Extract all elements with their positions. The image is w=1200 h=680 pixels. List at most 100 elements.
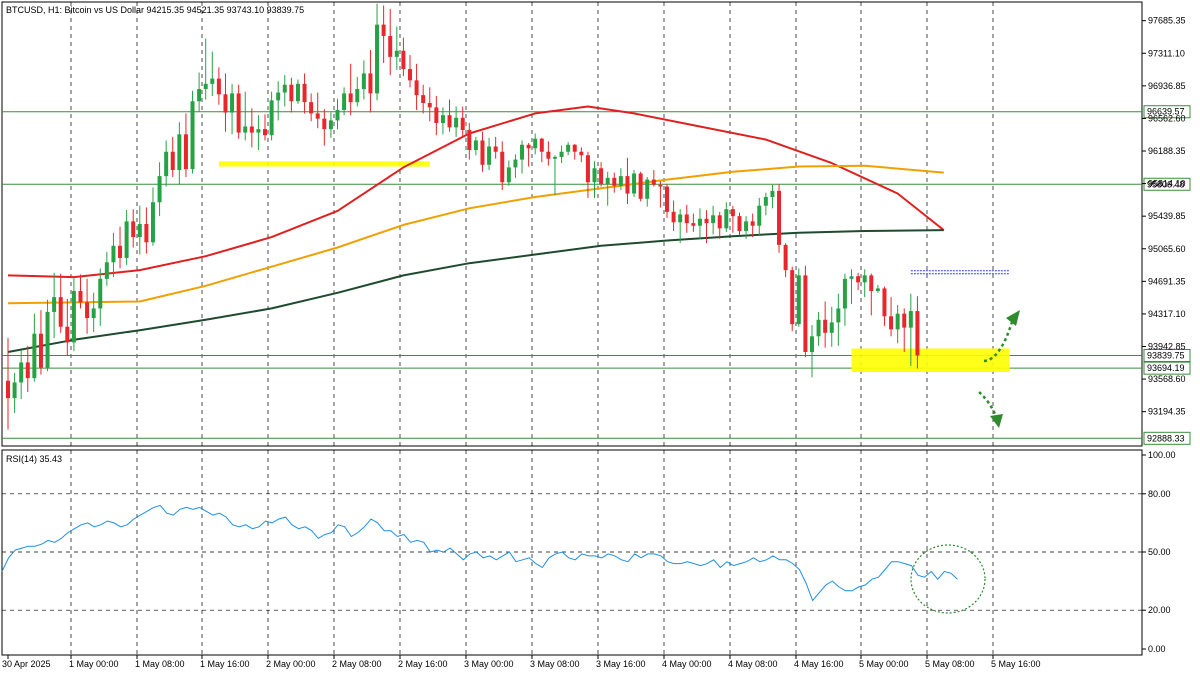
price-tick-label: 94691.35 <box>1148 276 1186 286</box>
rsi-tick-label: 50.00 <box>1148 547 1171 557</box>
candle-body-bear <box>572 144 577 152</box>
time-label: 4 May 00:00 <box>662 659 712 669</box>
candle-body-bear <box>434 107 439 124</box>
candle-body-bear <box>546 151 551 159</box>
candle-body-bull <box>361 73 366 90</box>
candle-body-bear <box>737 216 742 231</box>
candle-body-bear <box>427 102 432 108</box>
candle-body-bear <box>170 151 175 171</box>
level-price-label: 93839.75 <box>1147 350 1185 360</box>
price-tick-label: 93942.85 <box>1148 342 1186 352</box>
candle-body-bear <box>315 113 320 119</box>
candle-body-bull <box>809 336 814 352</box>
candle-body-bull <box>104 262 109 279</box>
price-tick-label: 95814.10 <box>1148 179 1186 189</box>
candle-body-bull <box>91 308 96 319</box>
candle-body-bear <box>882 288 887 317</box>
candle-body-bull <box>150 202 155 243</box>
candle-body-bull <box>32 333 37 379</box>
candle-body-bull <box>282 84 287 93</box>
candle-body-bull <box>210 78 215 84</box>
price-tick-label: 96936.85 <box>1148 81 1186 91</box>
time-label: 1 May 08:00 <box>135 659 185 669</box>
candle-body-bull <box>711 215 716 224</box>
price-tick-label: 97311.10 <box>1148 48 1185 58</box>
rsi-tick-label: 20.00 <box>1148 605 1171 615</box>
candle-body-bear <box>651 179 656 185</box>
candle-body-bull <box>157 176 162 203</box>
candle-body-bear <box>6 380 10 399</box>
chart-title: BTCUSD, H1: Bitcoin vs US Dollar 94215.3… <box>6 5 304 15</box>
candle-body-bull <box>487 146 492 165</box>
candle-body-bear <box>447 115 452 128</box>
candle-body-bull <box>559 151 564 157</box>
time-label: 4 May 08:00 <box>728 659 778 669</box>
candle-body-bull <box>269 100 274 136</box>
candle-body-bear <box>803 275 808 352</box>
candle-body-bear <box>322 118 327 130</box>
candle-body-bear <box>750 221 755 226</box>
candle-body-bull <box>875 288 880 292</box>
candle-body-bull <box>842 278 847 309</box>
candle-body-bear <box>717 215 722 229</box>
candle-body-bull <box>724 209 729 229</box>
candle-body-bear <box>856 276 861 283</box>
candle-body-bull <box>744 221 749 231</box>
candle-body-bear <box>658 184 663 187</box>
candle-body-bear <box>460 117 465 130</box>
candle-body-bear <box>704 218 709 224</box>
candle-body-bull <box>256 129 261 133</box>
candle-body-bull <box>111 245 116 263</box>
candle-body-bull <box>836 308 841 323</box>
candle-body-bull <box>230 93 235 113</box>
candle-body-bull <box>513 159 518 168</box>
time-label: 3 May 16:00 <box>596 659 646 669</box>
candle-body-bull <box>177 134 182 171</box>
price-tick-label: 93194.35 <box>1148 407 1186 417</box>
candle-body-bear <box>493 146 498 152</box>
candle-body-bear <box>223 94 228 113</box>
candle-body-bull <box>829 322 834 333</box>
time-label: 1 May 00:00 <box>69 659 119 669</box>
candle-body-bull <box>454 117 459 128</box>
candle-body-bull <box>697 218 702 226</box>
time-label: 5 May 00:00 <box>859 659 909 669</box>
time-label: 2 May 00:00 <box>266 659 316 669</box>
candle-body-bear <box>480 140 485 165</box>
candle-body-bear <box>236 93 241 133</box>
candle-body-bull <box>506 167 511 183</box>
candle-body-bear <box>889 316 894 330</box>
candle-body-bear <box>915 311 920 356</box>
candle-body-bear <box>902 313 907 328</box>
price-tick-label: 96188.35 <box>1148 146 1186 156</box>
time-label: 2 May 16:00 <box>398 659 448 669</box>
candle-body-bull <box>12 382 17 399</box>
candle-body-bull <box>19 362 24 383</box>
candle-body-bear <box>599 168 604 184</box>
trading-chart: 96639.5795806.4893839.7593694.1992888.33… <box>0 0 1200 675</box>
candle-body-bear <box>467 129 472 150</box>
candle-body-bear <box>216 78 221 95</box>
candle-body-bull <box>71 291 76 343</box>
time-label: 2 May 08:00 <box>332 659 382 669</box>
candle-body-bear <box>302 83 307 103</box>
candle-body-bear <box>118 245 123 258</box>
price-tick-label: 94317.10 <box>1148 309 1186 319</box>
candle-body-bear <box>777 190 782 245</box>
candle-body-bull <box>592 168 597 183</box>
candle-body-bull <box>197 89 202 102</box>
candle-body-bear <box>78 291 83 303</box>
candle-body-bear <box>790 270 795 325</box>
time-label: 1 May 16:00 <box>200 659 250 669</box>
rsi-tick-label: 80.00 <box>1148 489 1171 499</box>
candle-body-bull <box>243 126 248 133</box>
price-tick-label: 97685.35 <box>1148 16 1186 26</box>
candle-body-bear <box>58 297 63 327</box>
candle-body-bear <box>65 326 70 343</box>
candle-body-bear <box>579 151 584 156</box>
candle-body-bear <box>783 244 788 271</box>
candle-body-bull <box>203 83 208 90</box>
candle-body-bull <box>757 205 762 226</box>
price-tick-label: 93568.60 <box>1148 374 1186 384</box>
candle-body-bear <box>309 102 314 114</box>
